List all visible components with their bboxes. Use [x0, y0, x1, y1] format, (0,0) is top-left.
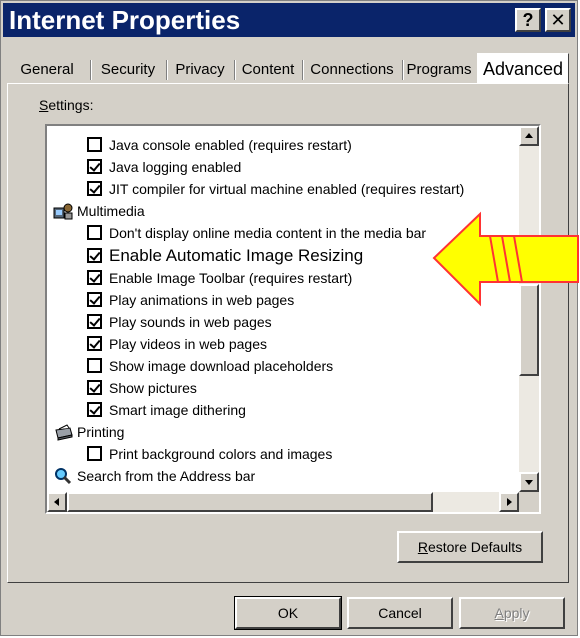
- cancel-button[interactable]: Cancel: [347, 597, 453, 629]
- checkbox-print-background[interactable]: [87, 446, 102, 461]
- printer-icon: [55, 424, 73, 441]
- window-title: Internet Properties: [9, 5, 241, 35]
- restore-defaults-button[interactable]: Restore Defaults: [397, 531, 543, 563]
- checkbox-download-placeholders[interactable]: [87, 358, 102, 373]
- checkbox-play-videos[interactable]: [87, 336, 102, 351]
- tab-privacy[interactable]: Privacy: [169, 57, 235, 83]
- category-multimedia: Multimedia: [77, 203, 145, 219]
- highlight-arrow-icon: [432, 211, 579, 307]
- category-search: Search from the Address bar: [77, 468, 256, 484]
- setting-label: Enable Automatic Image Resizing: [109, 246, 364, 265]
- setting-label: JIT compiler for virtual machine enabled…: [109, 181, 465, 197]
- search-icon: [55, 468, 72, 485]
- scroll-left-button[interactable]: [47, 492, 67, 512]
- setting-label: Show image download placeholders: [109, 358, 334, 374]
- setting-label: Play videos in web pages: [109, 336, 267, 352]
- checkbox-java-console[interactable]: [87, 137, 102, 152]
- tab-content[interactable]: Content: [237, 57, 303, 83]
- checkbox-jit-compiler[interactable]: [87, 181, 102, 196]
- scroll-right-button[interactable]: [499, 492, 519, 512]
- setting-label: Java logging enabled: [109, 159, 242, 175]
- setting-label: Smart image dithering: [109, 402, 246, 418]
- scrollbar-corner: [519, 492, 539, 512]
- tab-security[interactable]: Security: [93, 57, 167, 83]
- arrow-right-icon: [507, 498, 512, 506]
- scroll-up-button[interactable]: [519, 126, 539, 146]
- checkbox-image-dithering[interactable]: [87, 402, 102, 417]
- checkbox-play-sounds[interactable]: [87, 314, 102, 329]
- close-button[interactable]: ✕: [545, 8, 571, 32]
- checkbox-play-animations[interactable]: [87, 292, 102, 307]
- settings-label: Settings:: [39, 97, 94, 113]
- checkbox-media-bar[interactable]: [87, 225, 102, 240]
- setting-label: Play animations in web pages: [109, 292, 295, 308]
- settings-list[interactable]: Java console enabled (requires restart) …: [45, 124, 541, 514]
- tab-advanced[interactable]: Advanced: [477, 53, 569, 84]
- checkbox-show-pictures[interactable]: [87, 380, 102, 395]
- arrow-up-icon: [525, 133, 533, 138]
- checkbox-automatic-image-resizing[interactable]: [87, 248, 102, 263]
- ok-button[interactable]: OK: [234, 596, 342, 630]
- arrow-down-icon: [525, 480, 533, 485]
- apply-button[interactable]: Apply: [459, 597, 565, 629]
- tab-programs[interactable]: Programs: [403, 57, 475, 83]
- multimedia-icon: [53, 203, 73, 220]
- horizontal-scrollbar[interactable]: [47, 492, 519, 512]
- tab-connections[interactable]: Connections: [305, 57, 403, 83]
- vertical-scrollbar[interactable]: [519, 126, 539, 492]
- setting-label: Play sounds in web pages: [109, 314, 272, 330]
- setting-label: Don't display online media content in th…: [109, 225, 427, 241]
- setting-label: Show pictures: [109, 380, 197, 396]
- setting-label: Enable Image Toolbar (requires restart): [109, 270, 353, 286]
- internet-properties-dialog: Internet Properties ? ✕ General Security…: [0, 0, 578, 636]
- scroll-down-button[interactable]: [519, 472, 539, 492]
- tab-strip: General Security Privacy Content Connect…: [7, 53, 569, 84]
- setting-label: Print background colors and images: [109, 446, 333, 462]
- help-button[interactable]: ?: [515, 8, 541, 32]
- checkbox-image-toolbar[interactable]: [87, 270, 102, 285]
- category-printing: Printing: [77, 424, 125, 440]
- tab-general[interactable]: General: [7, 57, 91, 83]
- setting-label: Java console enabled (requires restart): [109, 137, 352, 153]
- arrow-left-icon: [54, 498, 59, 506]
- checkbox-java-logging[interactable]: [87, 159, 102, 174]
- horizontal-scroll-thumb[interactable]: [67, 492, 433, 512]
- title-bar[interactable]: Internet Properties ? ✕: [3, 3, 575, 37]
